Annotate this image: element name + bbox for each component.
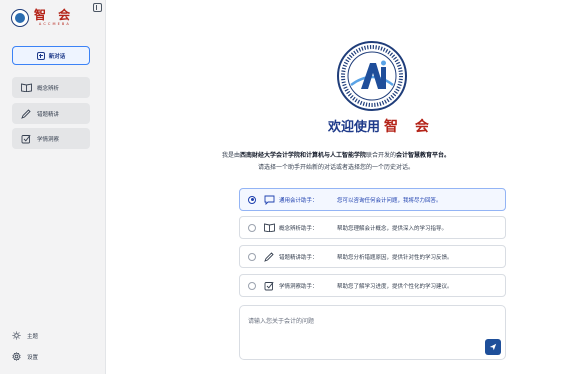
welcome-text: 欢迎使用 <box>328 120 381 135</box>
send-button[interactable] <box>485 339 501 355</box>
radio-button[interactable] <box>248 195 256 204</box>
assistant-description: 帮助您理解会计概念，提供深入的学习指导。 <box>337 225 448 232</box>
assistant-concept[interactable]: 概念辨析助手： 帮助您理解会计概念，提供深入的学习指导。 <box>239 216 506 239</box>
assistant-mistakes[interactable]: 错题精讲助手： 帮助您分析错题原因，提供针对性的学习反馈。 <box>239 245 506 268</box>
question-input[interactable] <box>248 316 478 336</box>
app-logo: 智 会 A C C M E B A <box>11 9 74 27</box>
sidebar-item-concept[interactable]: 概念辨析 <box>12 77 90 98</box>
settings-label: 设置 <box>27 354 39 361</box>
checkbox-icon <box>263 281 275 291</box>
sun-icon <box>12 331 21 340</box>
welcome-brand-text: 智 会 <box>384 119 435 135</box>
assistant-general[interactable]: 通用会计助手： 您可以咨询任何会计问题，我将尽力回答。 <box>239 188 506 211</box>
logo-subtitle: A C C M E B A <box>38 22 70 26</box>
pen-icon <box>20 108 32 119</box>
intro-middle: 联合开发的 <box>366 152 397 159</box>
new-chat-label: 新对话 <box>48 53 66 60</box>
assistant-name: 通用会计助手： <box>279 197 318 204</box>
settings-button[interactable]: 设置 <box>12 352 38 361</box>
intro-platform: 会计智慧教育平台。 <box>396 152 451 159</box>
intro-line2: 请选择一个助手开始新的对话或者选择您的一个历史对话。 <box>257 164 414 171</box>
radio-button[interactable] <box>248 281 256 290</box>
theme-button[interactable]: 主题 <box>12 331 38 340</box>
assistant-name: 概念辨析助手： <box>279 225 318 232</box>
book-open-icon <box>263 223 275 233</box>
theme-label: 主题 <box>27 333 39 340</box>
sidebar-item-mistakes[interactable]: 错题精讲 <box>12 103 90 124</box>
logo-brand-text: 智 会 <box>34 8 75 22</box>
radio-button[interactable] <box>248 223 256 232</box>
intro-prefix: 我是由 <box>221 152 240 159</box>
book-open-icon <box>20 83 32 93</box>
assistant-description: 帮助您分析错题原因，提供针对性的学习反馈。 <box>337 254 453 261</box>
assistant-description: 您可以咨询任何会计问题，我将尽力回答。 <box>337 197 442 204</box>
assistant-description: 帮助您了解学习进度，提供个性化的学习建议。 <box>337 283 453 290</box>
sidebar-item-label: 学情洞察 <box>37 136 60 143</box>
gear-icon <box>12 352 21 361</box>
intro-school: 西南财经大学会计学院和计算机与人工智能学院 <box>239 152 366 159</box>
pen-icon <box>263 251 275 262</box>
sidebar-collapse-icon[interactable] <box>93 3 102 12</box>
welcome-heading: 欢迎使用 智 会 <box>328 116 435 136</box>
radio-button[interactable] <box>248 252 256 261</box>
university-seal-icon <box>11 9 29 27</box>
chat-bubble-icon <box>263 195 275 205</box>
send-icon <box>489 343 497 351</box>
assistant-name: 错题精讲助手： <box>279 254 318 261</box>
sidebar-item-label: 概念辨析 <box>37 85 60 92</box>
plus-square-icon <box>36 51 45 60</box>
assistant-insight[interactable]: 学情洞察助手： 帮助您了解学习进度，提供个性化的学习建议。 <box>239 274 506 297</box>
assistant-name: 学情洞察助手： <box>279 283 318 290</box>
university-logo-icon <box>337 41 407 111</box>
chat-input-box <box>239 305 506 360</box>
intro-text: 我是由西南财经大学会计学院和计算机与人工智能学院联合开发的会计智慧教育平台。 请… <box>106 150 566 174</box>
new-chat-button[interactable]: 新对话 <box>12 46 90 65</box>
sidebar: 智 会 A C C M E B A 新对话 概念辨析 错题精讲 学情洞察 主题 … <box>0 0 106 374</box>
checkbox-icon <box>20 134 32 144</box>
sidebar-item-label: 错题精讲 <box>37 111 60 118</box>
sidebar-item-insight[interactable]: 学情洞察 <box>12 128 90 149</box>
